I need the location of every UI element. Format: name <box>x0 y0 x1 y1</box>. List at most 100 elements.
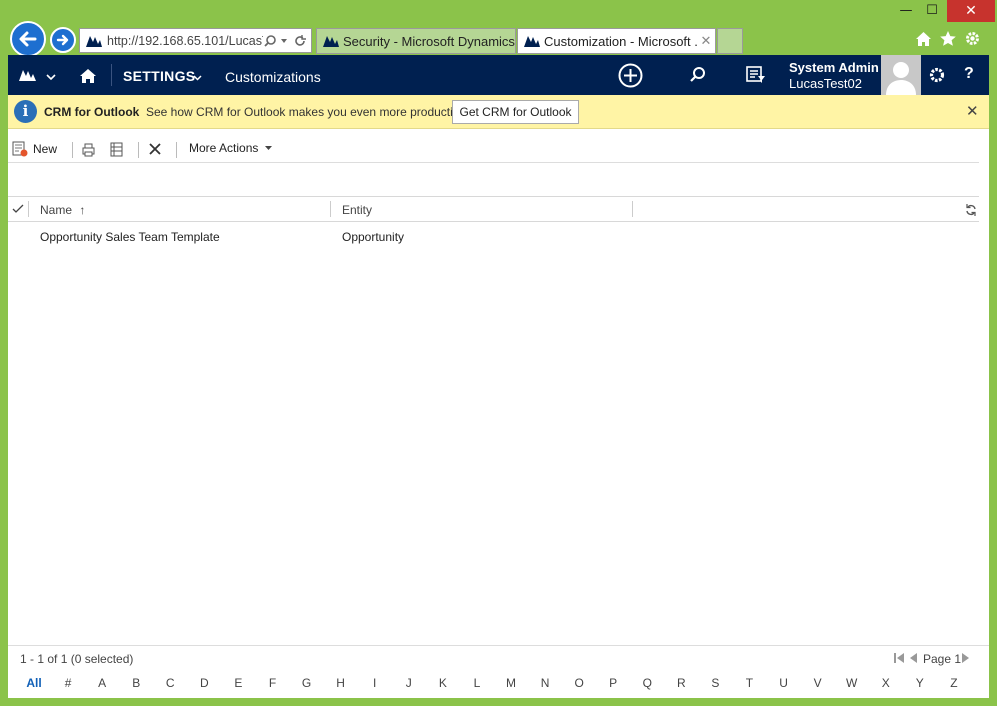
tab-customization[interactable]: Customization - Microsoft ... ✕ <box>517 28 716 54</box>
get-crm-outlook-button[interactable]: Get CRM for Outlook <box>452 100 579 124</box>
alphabet-letter-w[interactable]: W <box>840 676 864 690</box>
print-icon[interactable] <box>81 143 96 157</box>
alphabet-letter-v[interactable]: V <box>806 676 830 690</box>
alphabet-letter-t[interactable]: T <box>737 676 761 690</box>
alphabet-letter-r[interactable]: R <box>669 676 693 690</box>
grid-footer: 1 - 1 of 1 (0 selected) Page 1 All # A B C D E… <box>8 645 989 698</box>
next-page-icon[interactable] <box>961 653 969 663</box>
table-row[interactable]: Opportunity Sales Team Template Opportun… <box>8 223 979 251</box>
alphabet-letter-z[interactable]: Z <box>942 676 966 690</box>
alphabet-letter-f[interactable]: F <box>260 676 284 690</box>
back-button[interactable] <box>10 21 46 57</box>
address-bar[interactable]: http://192.168.65.101/LucasT <box>79 28 312 53</box>
avatar[interactable] <box>881 55 921 95</box>
column-header-entity[interactable]: Entity <box>342 203 372 217</box>
alphabet-letter-all[interactable]: All <box>22 676 46 690</box>
advanced-find-icon[interactable] <box>746 66 766 84</box>
more-actions-label: More Actions <box>189 141 259 155</box>
alphabet-filter: All # A B C D E F G H I J K L M N O P Q R S T U V W X Y Z <box>8 676 989 694</box>
dynamics-logo-icon <box>323 36 339 47</box>
alphabet-letter-b[interactable]: B <box>124 676 148 690</box>
more-actions-button[interactable]: More Actions <box>189 141 273 155</box>
row-name[interactable]: Opportunity Sales Team Template <box>40 230 220 244</box>
gear-icon[interactable] <box>928 66 946 84</box>
chevron-down-icon[interactable] <box>193 75 202 81</box>
alphabet-letter-i[interactable]: I <box>363 676 387 690</box>
notification-close-button[interactable]: ✕ <box>966 102 979 120</box>
alphabet-letter-a[interactable]: A <box>90 676 114 690</box>
new-record-icon <box>12 141 28 157</box>
top-nav-bar: SETTINGS Customizations System Admin Luc… <box>8 55 989 95</box>
notification-message: See how CRM for Outlook makes you even m… <box>146 105 469 119</box>
caret-down-icon <box>265 145 273 150</box>
window-close-button[interactable]: ✕ <box>947 0 995 22</box>
star-icon[interactable] <box>939 30 957 47</box>
alphabet-letter-n[interactable]: N <box>533 676 557 690</box>
notification-bar: i CRM for Outlook See how CRM for Outloo… <box>8 95 989 129</box>
alphabet-letter-o[interactable]: O <box>567 676 591 690</box>
refresh-icon[interactable] <box>293 34 307 48</box>
org-name[interactable]: LucasTest02 <box>789 76 862 91</box>
alphabet-letter-q[interactable]: Q <box>635 676 659 690</box>
export-icon[interactable] <box>109 142 124 157</box>
breadcrumb-customizations[interactable]: Customizations <box>225 69 321 85</box>
first-page-icon[interactable] <box>894 653 905 663</box>
command-bar: New More Actions <box>8 137 979 163</box>
alphabet-letter-e[interactable]: E <box>226 676 250 690</box>
alphabet-letter-y[interactable]: Y <box>908 676 932 690</box>
sort-ascending-icon: ↑ <box>79 203 86 217</box>
help-icon[interactable]: ? <box>964 65 974 83</box>
row-entity: Opportunity <box>342 230 405 244</box>
search-icon[interactable] <box>689 66 707 84</box>
dynamics-logo-icon <box>524 36 540 47</box>
alphabet-letter-h[interactable]: H <box>329 676 353 690</box>
tab-security[interactable]: Security - Microsoft Dynamics ... <box>316 28 516 54</box>
alphabet-letter-s[interactable]: S <box>703 676 727 690</box>
crm-app: SETTINGS Customizations System Admin Luc… <box>8 55 989 698</box>
alphabet-letter-k[interactable]: K <box>431 676 455 690</box>
dropdown-arrow-icon[interactable] <box>279 36 289 46</box>
home-icon[interactable] <box>79 68 97 84</box>
address-url[interactable]: http://192.168.65.101/LucasT <box>103 34 263 48</box>
column-divider <box>28 201 29 217</box>
tab-close-button[interactable]: ✕ <box>697 33 715 49</box>
column-header-name[interactable]: Name ↑ <box>40 203 85 217</box>
alphabet-letter-p[interactable]: P <box>601 676 625 690</box>
arrow-right-icon <box>56 34 69 46</box>
toolbar-divider <box>176 142 177 158</box>
new-tab-button[interactable] <box>717 28 743 54</box>
chevron-down-icon[interactable] <box>46 74 56 81</box>
maximize-button[interactable]: ☐ <box>916 0 948 22</box>
record-count-status: 1 - 1 of 1 (0 selected) <box>20 652 134 666</box>
create-plus-icon[interactable] <box>618 63 643 88</box>
alphabet-letter-d[interactable]: D <box>192 676 216 690</box>
toolbar-divider <box>138 142 139 158</box>
nav-divider <box>111 64 112 86</box>
gear-icon[interactable] <box>964 30 981 47</box>
column-header-label: Name <box>40 203 73 217</box>
alphabet-letter-j[interactable]: J <box>397 676 421 690</box>
alphabet-letter-l[interactable]: L <box>465 676 489 690</box>
alphabet-letter-hash[interactable]: # <box>56 676 80 690</box>
user-silhouette-icon <box>886 62 916 95</box>
forward-button[interactable] <box>50 27 76 53</box>
settings-menu[interactable]: SETTINGS <box>123 68 195 84</box>
previous-page-icon[interactable] <box>910 653 918 663</box>
alphabet-letter-g[interactable]: G <box>295 676 319 690</box>
alphabet-letter-c[interactable]: C <box>158 676 182 690</box>
new-button-label: New <box>33 142 58 156</box>
new-button[interactable]: New <box>12 141 57 157</box>
dynamics-logo-icon[interactable] <box>18 68 38 82</box>
search-icon[interactable] <box>263 34 277 48</box>
home-icon[interactable] <box>915 31 932 47</box>
tab-label: Security - Microsoft Dynamics ... <box>343 33 515 49</box>
alphabet-letter-u[interactable]: U <box>772 676 796 690</box>
alphabet-letter-m[interactable]: M <box>499 676 523 690</box>
select-all-checkmark-icon[interactable] <box>12 204 24 214</box>
browser-window: — ☐ ✕ http://192.168.65.101/LucasT Secur… <box>0 0 997 706</box>
user-name[interactable]: System Admin <box>789 60 879 75</box>
delete-icon[interactable] <box>148 142 162 156</box>
refresh-icon[interactable] <box>965 204 977 216</box>
alphabet-letter-x[interactable]: X <box>874 676 898 690</box>
dynamics-logo-icon <box>86 35 102 47</box>
